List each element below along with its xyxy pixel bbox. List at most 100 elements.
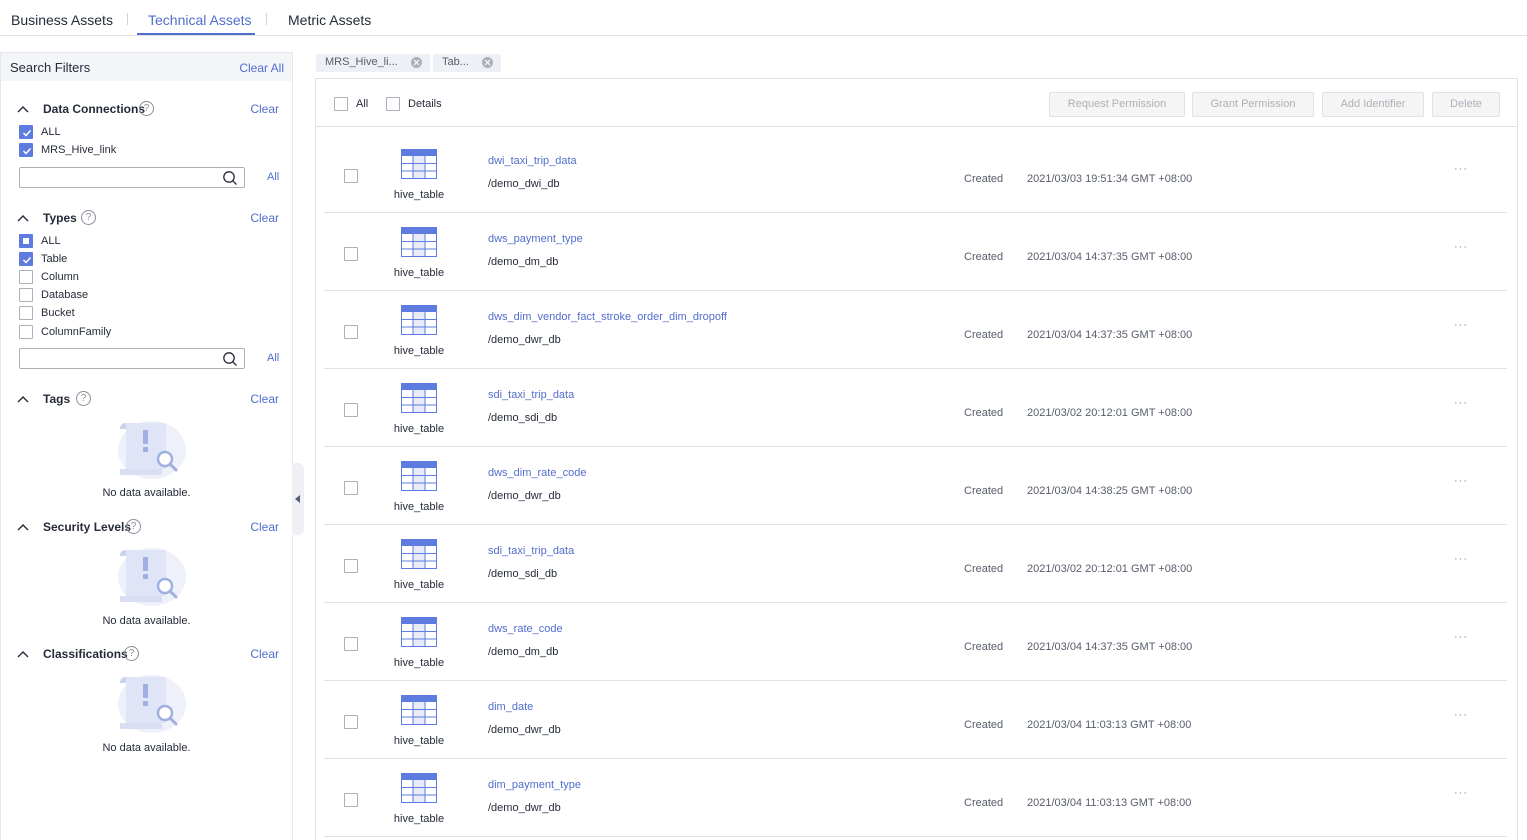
clear-all-filters-link[interactable]: Clear All — [239, 61, 284, 75]
checkbox[interactable] — [19, 125, 33, 139]
section-title: Tags — [43, 392, 71, 406]
section-header[interactable]: Classifications ? Clear — [1, 646, 292, 664]
row-checkbox[interactable] — [344, 793, 358, 807]
checkbox[interactable] — [19, 252, 33, 266]
asset-row[interactable]: hive_table dim_date /demo_dwr_db Created… — [324, 681, 1507, 759]
asset-name-link[interactable]: dim_date — [488, 701, 533, 713]
no-data-illustration-icon — [118, 421, 186, 479]
clear-data-connections-link[interactable]: Clear — [250, 102, 279, 116]
more-actions-icon[interactable]: ··· — [1454, 397, 1468, 409]
asset-status: Created — [964, 173, 1004, 185]
more-actions-icon[interactable]: ··· — [1454, 319, 1468, 331]
asset-name-link[interactable]: sdi_taxi_trip_data — [488, 545, 574, 557]
asset-row[interactable]: hive_table dws_dim_vendor_fact_stroke_or… — [324, 291, 1507, 369]
checkbox[interactable] — [19, 143, 33, 157]
more-actions-icon[interactable]: ··· — [1454, 709, 1468, 721]
section-header[interactable]: Tags ? Clear — [1, 391, 292, 409]
clear-types-link[interactable]: Clear — [250, 211, 279, 225]
checkbox[interactable] — [19, 234, 33, 248]
close-icon[interactable] — [411, 57, 422, 68]
asset-row[interactable]: hive_table sdi_taxi_trip_data /demo_sdi_… — [324, 525, 1507, 603]
add-identifier-button[interactable]: Add Identifier — [1322, 92, 1424, 117]
asset-name-link[interactable]: dws_dim_rate_code — [488, 467, 586, 479]
option-label: ALL — [41, 126, 61, 138]
asset-path: /demo_dwr_db — [488, 802, 561, 814]
asset-row[interactable]: hive_table sdi_taxi_trip_data /demo_sdi_… — [324, 369, 1507, 447]
row-checkbox[interactable] — [344, 169, 358, 183]
section-header[interactable]: Types ? Clear — [1, 210, 292, 228]
row-checkbox[interactable] — [344, 637, 358, 651]
option-label: MRS_Hive_link — [41, 144, 117, 156]
chevron-up-icon[interactable] — [16, 393, 30, 405]
checkbox[interactable] — [19, 325, 33, 339]
filters-title: Search Filters — [10, 60, 91, 75]
table-icon — [401, 539, 437, 569]
option-label: Column — [41, 271, 79, 283]
data-connections-search-input[interactable] — [20, 168, 220, 187]
chip-label: MRS_Hive_li... — [325, 56, 398, 68]
row-checkbox[interactable] — [344, 481, 358, 495]
more-actions-icon[interactable]: ··· — [1454, 475, 1468, 487]
tab-business-assets[interactable]: Business Assets — [11, 12, 113, 28]
checkbox[interactable] — [334, 97, 348, 111]
search-icon[interactable] — [222, 170, 238, 186]
option-label: Table — [41, 253, 68, 265]
row-checkbox[interactable] — [344, 559, 358, 573]
chevron-up-icon[interactable] — [16, 212, 30, 224]
more-actions-icon[interactable]: ··· — [1454, 787, 1468, 799]
row-checkbox[interactable] — [344, 247, 358, 261]
close-icon[interactable] — [482, 57, 493, 68]
chevron-up-icon[interactable] — [16, 648, 30, 660]
help-icon[interactable]: ? — [126, 519, 141, 534]
help-icon[interactable]: ? — [124, 646, 139, 661]
checkbox[interactable] — [19, 270, 33, 284]
more-actions-icon[interactable]: ··· — [1454, 631, 1468, 643]
asset-row[interactable]: hive_table dws_dim_rate_code /demo_dwr_d… — [324, 447, 1507, 525]
more-actions-icon[interactable]: ··· — [1454, 241, 1468, 253]
grant-permission-button[interactable]: Grant Permission — [1192, 92, 1314, 117]
search-icon[interactable] — [222, 351, 238, 367]
delete-button[interactable]: Delete — [1432, 92, 1500, 117]
help-icon[interactable]: ? — [76, 391, 91, 406]
more-actions-icon[interactable]: ··· — [1454, 553, 1468, 565]
help-icon[interactable]: ? — [139, 101, 154, 116]
clear-security-levels-link[interactable]: Clear — [250, 520, 279, 534]
asset-name-link[interactable]: dim_payment_type — [488, 779, 581, 791]
asset-row[interactable]: hive_table dws_payment_type /demo_dm_db … — [324, 213, 1507, 291]
types-search-input[interactable] — [20, 349, 220, 368]
collapse-panel-handle[interactable] — [292, 463, 304, 535]
asset-name-link[interactable]: dws_dim_vendor_fact_stroke_order_dim_dro… — [488, 311, 727, 323]
row-checkbox[interactable] — [344, 715, 358, 729]
more-actions-icon[interactable]: ··· — [1454, 163, 1468, 175]
asset-name-link[interactable]: sdi_taxi_trip_data — [488, 389, 574, 401]
section-header[interactable]: Data Connections ? Clear — [1, 101, 292, 119]
asset-timestamp: 2021/03/04 11:03:13 GMT +08:00 — [1027, 719, 1192, 731]
asset-type: hive_table — [393, 345, 445, 357]
row-checkbox[interactable] — [344, 325, 358, 339]
asset-name-link[interactable]: dws_rate_code — [488, 623, 563, 635]
chevron-up-icon[interactable] — [16, 103, 30, 115]
clear-tags-link[interactable]: Clear — [250, 392, 279, 406]
asset-row[interactable]: hive_table dim_payment_type /demo_dwr_db… — [324, 759, 1507, 837]
checkbox[interactable] — [19, 306, 33, 320]
asset-row[interactable]: hive_table dwi_taxi_trip_data /demo_dwi_… — [324, 135, 1507, 213]
tab-technical-assets[interactable]: Technical Assets — [148, 12, 252, 28]
section-title: Data Connections — [43, 102, 146, 116]
asset-row[interactable]: hive_table dws_rate_code /demo_dm_db Cre… — [324, 603, 1507, 681]
clear-classifications-link[interactable]: Clear — [250, 647, 279, 661]
checkbox[interactable] — [386, 97, 400, 111]
asset-name-link[interactable]: dwi_taxi_trip_data — [488, 155, 577, 167]
data-connections-all-link[interactable]: All — [267, 171, 279, 183]
section-header[interactable]: Security Levels ? Clear — [1, 519, 292, 537]
request-permission-button[interactable]: Request Permission — [1049, 92, 1185, 117]
row-checkbox[interactable] — [344, 403, 358, 417]
help-icon[interactable]: ? — [81, 210, 96, 225]
chevron-up-icon[interactable] — [16, 521, 30, 533]
asset-name-link[interactable]: dws_payment_type — [488, 233, 583, 245]
data-connections-search — [19, 167, 245, 188]
active-tab-indicator — [137, 33, 255, 35]
tab-metric-assets[interactable]: Metric Assets — [288, 12, 371, 28]
types-all-link[interactable]: All — [267, 352, 279, 364]
checkbox[interactable] — [19, 288, 33, 302]
asset-timestamp: 2021/03/04 14:37:35 GMT +08:00 — [1027, 329, 1193, 341]
